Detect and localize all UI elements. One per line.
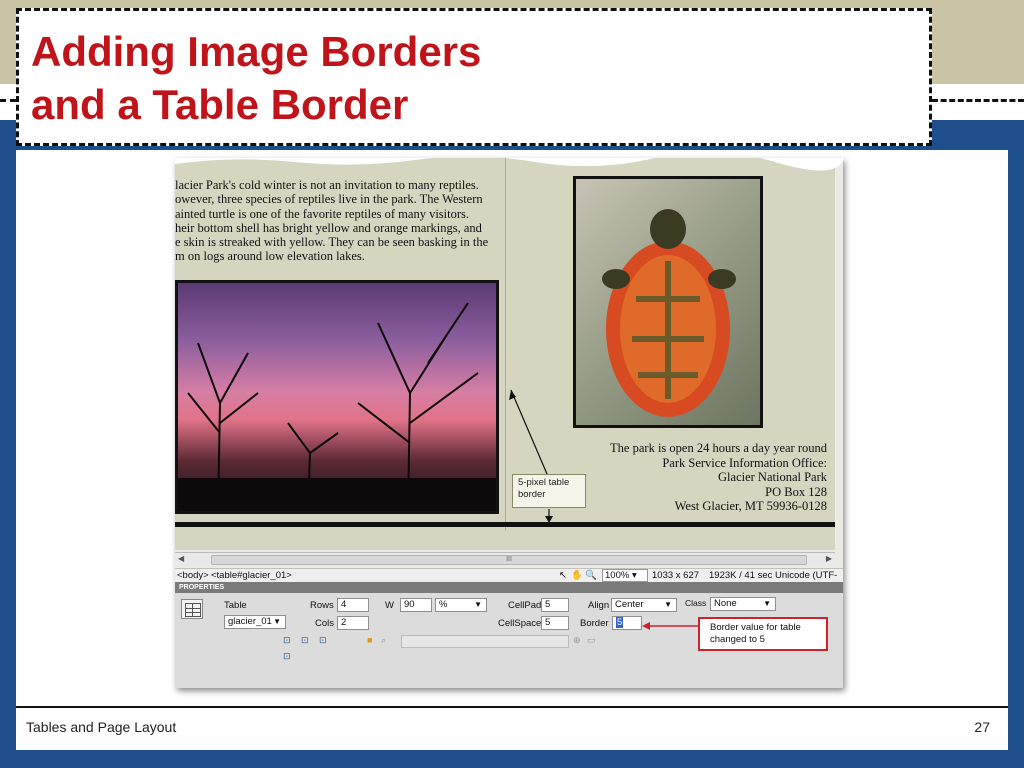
zoom-tool-icon[interactable]: 🔍 [585, 570, 597, 581]
zoom-value: 100% [605, 570, 630, 581]
border-value-callout: Border value for table changed to 5 [698, 617, 828, 651]
width-unit-value: % [439, 599, 448, 610]
address-line: The park is open 24 hours a day year rou… [610, 441, 827, 455]
footer-title: Tables and Page Layout [26, 719, 177, 735]
download-size: 1923K / 41 sec [709, 570, 773, 581]
class-select[interactable]: None ▼ [710, 597, 776, 611]
address-line: Park Service Information Office: [662, 455, 827, 470]
table-border-callout: 5-pixel table border [512, 474, 586, 508]
paragraph-line: ainted turtle is one of the favorite rep… [175, 206, 470, 221]
turtle-illustration [602, 209, 736, 417]
paragraph-line: e skin is streaked with yellow. They can… [175, 235, 489, 250]
cellspace-field[interactable]: 5 [541, 616, 569, 630]
chevron-down-icon: ▼ [664, 600, 672, 609]
cellpad-label: CellPad [508, 600, 542, 611]
border-label: Border [580, 618, 609, 629]
point-to-file-icon[interactable]: ⊕ [573, 635, 581, 646]
table-id-select[interactable]: glacier_01 ▼ [224, 615, 286, 629]
hand-tool-icon[interactable]: ✋ [571, 570, 583, 581]
convert-widths-pixels-icon[interactable]: ⊡ [301, 635, 309, 646]
slide-title: Adding Image Borders and a Table Border [31, 25, 917, 131]
chevron-down-icon: ▼ [474, 600, 482, 609]
src-label-icon: ⌕ [381, 635, 387, 645]
width-field[interactable]: 90 [400, 598, 432, 612]
class-value: None [714, 598, 737, 609]
status-bar: <body> <table#glacier_01> ↖ ✋ 🔍 100% ▾ 1… [175, 568, 843, 592]
table-column-divider [505, 158, 506, 530]
chevron-down-icon: ▼ [273, 617, 281, 626]
callout-line: 5-pixel table [518, 477, 570, 488]
title-line-2: and a Table Border [31, 81, 409, 128]
page-number: 27 [974, 719, 990, 735]
zoom-select[interactable]: 100% ▾ [602, 569, 648, 582]
callout-line: Border value for table [710, 622, 801, 633]
chevron-down-icon: ▼ [763, 599, 771, 608]
select-tool-icon[interactable]: ↖ [559, 570, 567, 581]
cellpad-field[interactable]: 5 [541, 598, 569, 612]
sunset-image[interactable] [175, 280, 499, 514]
convert-widths-percent-icon[interactable]: ⊡ [319, 635, 327, 646]
scroll-left-icon[interactable]: ◀ [178, 554, 184, 563]
dashed-rule-right [932, 99, 1024, 102]
scroll-thumb[interactable]: III [211, 555, 807, 565]
dreamweaver-screenshot: lacier Park's cold winter is not an invi… [175, 158, 843, 688]
table-border-line [175, 522, 835, 527]
align-value: Center [615, 599, 644, 610]
dashed-rule-left [0, 99, 16, 102]
border-value: 5 [616, 617, 624, 628]
table-icon [181, 599, 203, 619]
reptile-paragraph: lacier Park's cold winter is not an invi… [175, 178, 505, 264]
clear-column-widths-icon[interactable]: ⊡ [283, 635, 291, 646]
title-line-1: Adding Image Borders [31, 28, 482, 75]
width-label: W [385, 600, 394, 611]
callout-line: changed to 5 [710, 634, 765, 645]
paragraph-line: owever, three species of reptiles live i… [175, 192, 483, 207]
rows-label: Rows [310, 600, 334, 611]
rows-field[interactable]: 4 [337, 598, 369, 612]
align-label: Align [588, 600, 610, 611]
border-field[interactable]: 5 [612, 616, 642, 630]
tag-selector-table[interactable]: <table#glacier_01> [211, 570, 292, 581]
slide-footer: Tables and Page Layout 27 [16, 706, 1008, 750]
class-label: Class [685, 598, 707, 608]
table-label: Table [224, 600, 247, 611]
clear-row-heights-icon[interactable]: ⊡ [283, 651, 291, 662]
paragraph-line: heir bottom shell has bright yellow and … [175, 220, 482, 235]
window-size[interactable]: 1033 x 627 [652, 570, 699, 581]
slide-title-box: Adding Image Borders and a Table Border [16, 8, 932, 146]
horizontal-scrollbar[interactable]: ◀ III ▶ [175, 552, 835, 566]
properties-panel-header[interactable]: PROPERTIES [175, 582, 843, 593]
bg-image-icon[interactable]: ■ [367, 635, 372, 645]
cols-field[interactable]: 2 [337, 616, 369, 630]
tree-silhouette [178, 302, 496, 511]
border-callout-arrow [642, 622, 698, 630]
width-unit-select[interactable]: % ▼ [435, 598, 487, 612]
scroll-right-icon[interactable]: ▶ [826, 554, 832, 563]
cols-label: Cols [315, 618, 335, 629]
browse-folder-icon[interactable]: ▭ [587, 635, 596, 646]
align-select[interactable]: Center ▼ [611, 598, 677, 612]
turtle-image[interactable] [573, 176, 763, 428]
tag-selector-body[interactable]: <body> [177, 570, 209, 581]
cellspace-label: CellSpace [498, 618, 542, 629]
table-id-value: glacier_01 [228, 616, 272, 627]
paragraph-line: lacier Park's cold winter is not an invi… [175, 178, 479, 192]
torn-edge [175, 158, 843, 171]
design-view: lacier Park's cold winter is not an invi… [175, 158, 843, 550]
src-field[interactable] [401, 635, 569, 648]
callout-line: border [518, 489, 546, 500]
paragraph-line: m on logs around low elevation lakes. [175, 249, 365, 264]
